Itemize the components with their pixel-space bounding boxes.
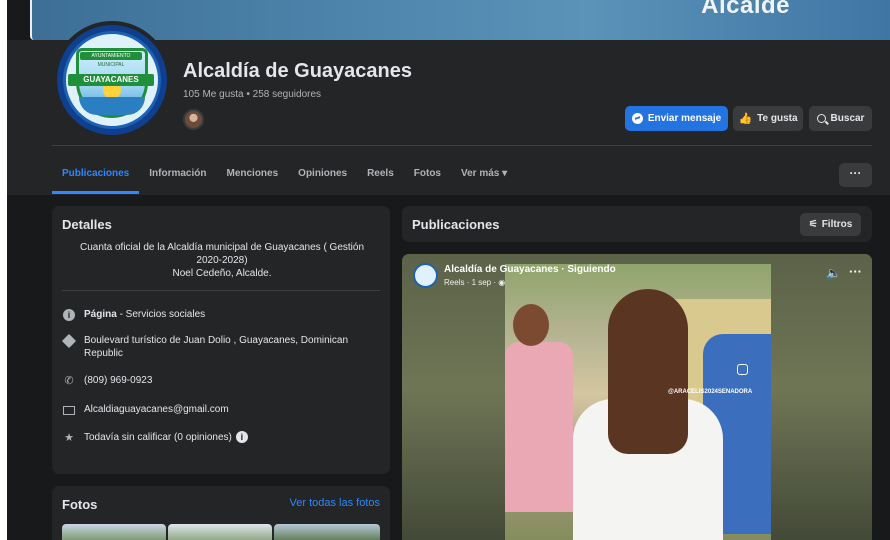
info-icon: i [62, 308, 76, 322]
reel-meta-text: Reels · 1 sep · [444, 278, 499, 287]
filters-label: Filtros [821, 219, 853, 230]
instagram-icon [737, 364, 748, 375]
email-row: Alcaldiaguayacanes@gmail.com [62, 403, 377, 417]
phone-row: ✆ (809) 969-0923 [62, 374, 377, 388]
location-icon [61, 333, 77, 349]
video-person-center [573, 289, 723, 540]
phone-icon: ✆ [64, 374, 74, 387]
search-icon [816, 114, 826, 123]
logo-text-top: AYUNTAMIENTO [80, 52, 142, 60]
photos-card: Fotos Ver todas las fotos [52, 486, 390, 540]
bio-text: Cuanta oficial de la Alcaldía municipal … [79, 242, 365, 266]
star-icon: ★ [64, 431, 74, 444]
email-text[interactable]: Alcaldiaguayacanes@gmail.com [84, 403, 229, 416]
profile-header: AYUNTAMIENTO MUNICIPAL GUAYACANES Alcald… [7, 21, 890, 195]
search-button[interactable]: Buscar [809, 106, 872, 131]
phone-text: (809) 969-0923 [84, 375, 153, 386]
category-text: Página - Servicios sociales [84, 308, 205, 321]
photos-title: Fotos [62, 497, 98, 512]
video-watermark: @ARACELIS2024SENADORA [668, 389, 753, 395]
posts-title: Publicaciones [412, 217, 500, 232]
reel-video[interactable]: @ARACELIS2024SENADORA [505, 264, 771, 540]
rating-info-icon[interactable]: i [235, 431, 248, 444]
rating-row: ★ Todavía sin calificar (0 opiniones) i [62, 431, 377, 445]
cover-photo[interactable]: Alcalde [30, 0, 890, 40]
like-button[interactable]: 👍 Te gusta [733, 106, 803, 131]
rating-text: Todavía sin calificar (0 opiniones) i [84, 431, 248, 444]
tab-informacion[interactable]: Información [139, 158, 216, 194]
send-message-label: Enviar mensaje [647, 113, 722, 124]
reel-more-button[interactable]: ··· [849, 264, 862, 279]
thumbs-up-icon: 👍 [738, 113, 753, 125]
details-card: Detalles Cuanta oficial de la Alcaldía m… [52, 206, 390, 474]
tab-opiniones[interactable]: Opiniones [288, 158, 357, 194]
category-value[interactable]: - Servicios sociales [117, 309, 206, 320]
reel-post[interactable]: @ARACELIS2024SENADORA Alcaldía de Guayac… [402, 254, 872, 540]
like-label: Te gusta [757, 113, 798, 124]
address-row: Boulevard turístico de Juan Dolio , Guay… [61, 333, 377, 360]
bio-signature: Noel Cedeño, Alcalde. [172, 268, 272, 279]
reel-meta: Reels · 1 sep · ◉ [444, 278, 505, 287]
page-avatar[interactable]: AYUNTAMIENTO MUNICIPAL GUAYACANES [53, 21, 171, 139]
page-tabs: Publicaciones Información Menciones Opin… [52, 158, 517, 194]
category-label: Página [84, 309, 117, 320]
logo-text-main: GUAYACANES [68, 74, 154, 86]
video-person-left [505, 304, 575, 540]
logo-sea [79, 97, 145, 115]
photo-thumbnail[interactable] [62, 524, 166, 540]
mail-icon [62, 403, 76, 417]
rating-label: Todavía sin calificar (0 opiniones) [84, 432, 232, 443]
page-title[interactable]: Alcaldía de Guayacanes [183, 60, 412, 83]
page-bio: Cuanta oficial de la Alcaldía municipal … [72, 241, 372, 280]
globe-icon: ◉ [498, 278, 506, 287]
tab-menciones[interactable]: Menciones [216, 158, 288, 194]
tab-reels[interactable]: Reels [357, 158, 404, 194]
reel-author[interactable]: Alcaldía de Guayacanes · Siguiendo [444, 264, 616, 275]
details-title: Detalles [62, 217, 112, 232]
address-text: Boulevard turístico de Juan Dolio , Guay… [84, 335, 349, 359]
more-options-button[interactable]: ··· [839, 163, 872, 187]
details-divider [62, 290, 380, 291]
photo-thumbnail[interactable] [274, 524, 380, 540]
see-all-photos-link[interactable]: Ver todas las fotos [290, 497, 381, 509]
page-stats[interactable]: 105 Me gusta • 258 seguidores [183, 89, 321, 100]
search-label: Buscar [830, 113, 865, 124]
left-white-margin [0, 0, 7, 540]
filters-icon: ⚟ [808, 219, 818, 230]
tab-publicaciones[interactable]: Publicaciones [52, 158, 140, 194]
facebook-page: Alcalde AYUNTAMIENTO MUNICIPAL GUAYACANE… [7, 0, 890, 540]
photo-thumbnail[interactable] [168, 524, 272, 540]
messenger-icon [631, 113, 643, 124]
logo-text-mid: MUNICIPAL [97, 62, 125, 68]
mute-icon[interactable]: 🔈 [826, 266, 841, 280]
reel-author-avatar[interactable] [413, 263, 438, 288]
filters-button[interactable]: ⚟ Filtros [800, 213, 861, 236]
header-divider [52, 145, 872, 146]
follower-avatar[interactable] [183, 109, 204, 130]
cover-text: Alcalde [701, 0, 790, 19]
tab-ver-mas[interactable]: Ver más [451, 158, 517, 194]
posts-header: Publicaciones ⚟ Filtros [402, 206, 872, 242]
tab-fotos[interactable]: Fotos [404, 158, 451, 194]
category-row: i Página - Servicios sociales [62, 308, 377, 322]
logo-ring: AYUNTAMIENTO MUNICIPAL GUAYACANES [63, 31, 161, 129]
send-message-button[interactable]: Enviar mensaje [625, 106, 728, 131]
